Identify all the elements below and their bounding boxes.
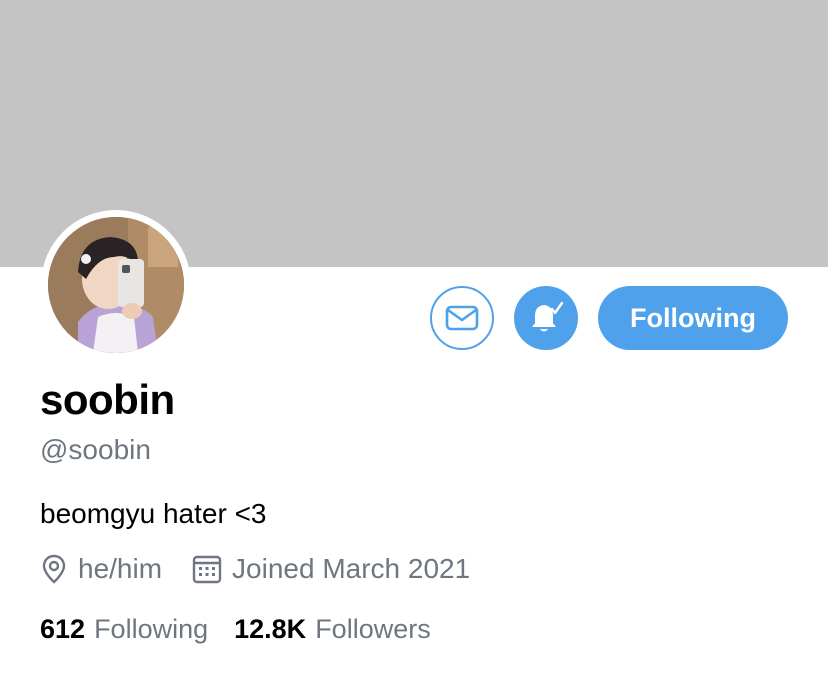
location-text: he/him [78,553,163,584]
envelope-icon [445,305,479,331]
bio-text: beomgyu hater <3 [40,498,267,529]
following-label: Following [94,614,209,644]
notifications-button[interactable] [514,286,578,350]
message-button[interactable] [430,286,494,350]
profile-actions: Following [430,286,788,350]
follow-stats: 612 Following 12.8K Followers [40,614,457,645]
avatar[interactable] [41,210,191,360]
following-button[interactable]: Following [598,286,788,350]
bell-check-icon [532,301,564,332]
user-handle: @soobin [40,434,151,465]
followers-label: Followers [315,614,431,644]
location-item: he/him [40,553,162,585]
joined-item: Joined March 2021 [192,553,470,585]
avatar-image [48,217,184,353]
followers-stat[interactable]: 12.8K Followers [234,614,431,645]
location-pin-icon [42,554,66,584]
followers-count: 12.8K [234,614,307,644]
profile-meta: he/him Joined March 2021 [40,553,500,585]
calendar-icon [192,555,222,584]
display-name: soobin [40,376,175,423]
following-count: 612 [40,614,86,644]
joined-text: Joined March 2021 [232,553,471,584]
following-stat[interactable]: 612 Following [40,614,208,645]
